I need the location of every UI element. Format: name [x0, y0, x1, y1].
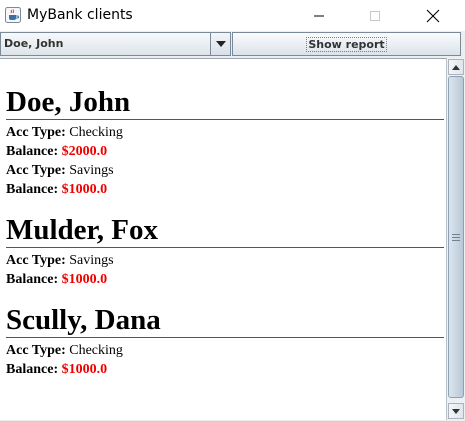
balance-label: Balance:: [6, 272, 59, 287]
scrollbar-thumb[interactable]: [448, 76, 464, 398]
scroll-up-arrow-icon: [452, 64, 460, 70]
balance-line: Balance: $2000.0: [6, 142, 444, 161]
acc-type-value: Savings: [69, 253, 114, 268]
client-select[interactable]: Doe, John: [0, 32, 231, 56]
account-type-line: Acc Type: Savings: [6, 251, 444, 270]
maximize-button[interactable]: [352, 0, 398, 31]
vertical-scrollbar[interactable]: [446, 58, 465, 420]
acc-type-value: Checking: [69, 343, 123, 358]
acc-type-label: Acc Type:: [6, 125, 66, 140]
client-section: Scully, Dana Acc Type: Checking Balance:…: [6, 303, 444, 379]
client-name-heading: Scully, Dana: [6, 303, 444, 338]
grip-icon: [452, 233, 460, 241]
toolbar: Doe, John Show report: [0, 31, 465, 57]
scroll-down-arrow-icon: [452, 408, 460, 414]
balance-value: $1000.0: [61, 272, 108, 287]
balance-value: $1000.0: [61, 362, 108, 377]
account-type-line: Acc Type: Checking: [6, 341, 444, 360]
minimize-icon: [314, 15, 324, 16]
report-pane[interactable]: Doe, John Acc Type: Checking Balance: $2…: [0, 58, 446, 420]
acc-type-value: Savings: [69, 163, 114, 178]
balance-line: Balance: $1000.0: [6, 360, 444, 379]
java-coffee-cup-icon: [5, 7, 21, 23]
acc-type-label: Acc Type:: [6, 163, 66, 178]
show-report-button[interactable]: Show report: [232, 32, 461, 56]
balance-value: $1000.0: [61, 182, 108, 197]
client-section: Doe, John Acc Type: Checking Balance: $2…: [6, 85, 444, 199]
title-bar[interactable]: MyBank clients: [0, 0, 465, 31]
balance-value: $2000.0: [61, 144, 108, 159]
acc-type-label: Acc Type:: [6, 253, 66, 268]
chevron-down-icon: [215, 41, 226, 47]
acc-type-value: Checking: [69, 125, 123, 140]
acc-type-label: Acc Type:: [6, 343, 66, 358]
balance-label: Balance:: [6, 362, 59, 377]
window-title: MyBank clients: [27, 7, 133, 23]
app-window: MyBank clients Doe, John Show report Doe…: [0, 0, 466, 422]
balance-label: Balance:: [6, 144, 59, 159]
balance-line: Balance: $1000.0: [6, 180, 444, 199]
scroll-up-button[interactable]: [448, 59, 464, 75]
balance-label: Balance:: [6, 182, 59, 197]
maximize-icon: [370, 10, 380, 21]
account-type-line: Acc Type: Checking: [6, 123, 444, 142]
client-select-value: Doe, John: [4, 37, 64, 50]
balance-line: Balance: $1000.0: [6, 270, 444, 289]
client-name-heading: Doe, John: [6, 85, 444, 120]
close-icon: [426, 9, 440, 22]
account-type-line: Acc Type: Savings: [6, 161, 444, 180]
close-button[interactable]: [410, 0, 456, 31]
client-name-heading: Mulder, Fox: [6, 213, 444, 248]
scroll-down-button[interactable]: [448, 403, 464, 419]
dropdown-arrow-button[interactable]: [210, 33, 230, 55]
report-document: Doe, John Acc Type: Checking Balance: $2…: [6, 85, 444, 393]
minimize-button[interactable]: [296, 0, 342, 31]
client-section: Mulder, Fox Acc Type: Savings Balance: $…: [6, 213, 444, 289]
show-report-label: Show report: [306, 36, 387, 52]
